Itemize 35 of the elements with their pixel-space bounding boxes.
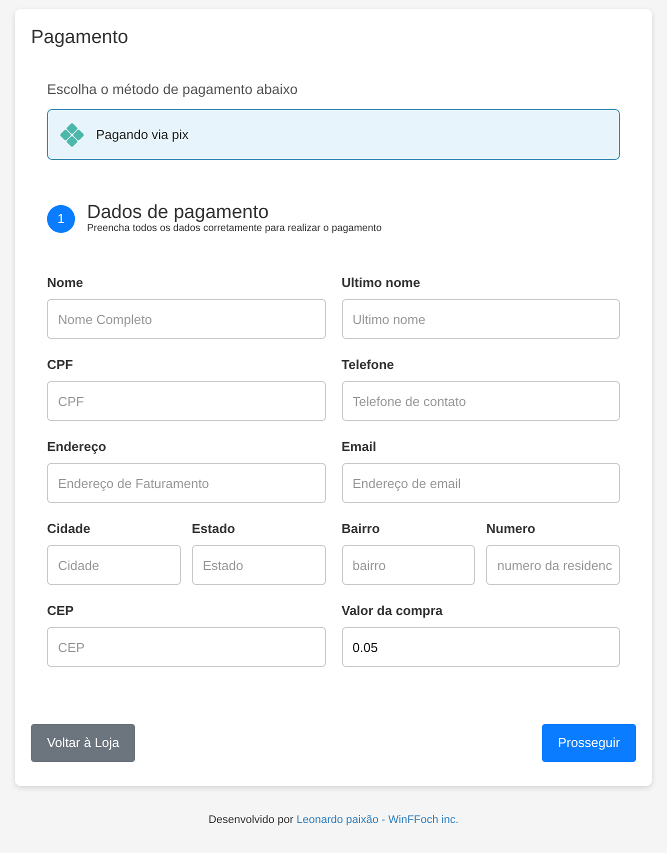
input-field[interactable]: Cidade: [47, 545, 181, 585]
input-field[interactable]: bairro: [342, 545, 476, 585]
input-field[interactable]: numero da residenc: [486, 545, 620, 585]
field-label: Valor da compra: [342, 603, 444, 619]
field-label: CEP: [47, 603, 75, 619]
input-field[interactable]: Nome Completo: [47, 299, 326, 339]
field-label: CPF: [47, 357, 74, 373]
input-field[interactable]: Ultimo nome: [342, 299, 620, 339]
input-field[interactable]: Telefone de contato: [342, 381, 620, 421]
field-label: Ultimo nome: [342, 275, 422, 291]
input-field[interactable]: CEP: [47, 627, 326, 667]
author-link[interactable]: Leonardo paixão - WinFFoch inc.: [296, 814, 459, 826]
input-field[interactable]: 0.05: [342, 627, 620, 667]
diamond-icon: [59, 122, 85, 148]
step-number: 1: [47, 204, 75, 232]
input-field[interactable]: Endereço de Faturamento: [47, 463, 326, 503]
field-label: Endereço: [47, 439, 108, 455]
payment-method-prompt: Escolha o método de pagamento abaixo: [47, 80, 299, 98]
card-title: Pagamento: [31, 27, 130, 49]
input-field[interactable]: Endereço de email: [342, 463, 620, 503]
step-subtitle: Preencha todos os dados corretamente para realizar o pagamento: [87, 223, 382, 235]
input-field[interactable]: Estado: [192, 545, 326, 585]
back-button[interactable]: Voltar à Loja: [31, 724, 136, 762]
field-label: Bairro: [342, 521, 381, 537]
field-label: Telefone: [342, 357, 395, 373]
proceed-button[interactable]: Prosseguir: [542, 724, 636, 762]
footer-credit: Desenvolvido por Leonardo paixão - WinFFoch inc.: [207, 813, 460, 827]
step-title: Dados de pagamento: [87, 202, 270, 223]
payment-option[interactable]: Pagando via pix: [47, 109, 620, 160]
field-label: Estado: [192, 521, 236, 537]
field-label: Email: [342, 439, 378, 455]
field-label: Cidade: [47, 521, 92, 537]
input-field[interactable]: CPF: [47, 381, 326, 421]
field-label: Numero: [486, 521, 536, 537]
field-label: Nome: [47, 275, 84, 291]
